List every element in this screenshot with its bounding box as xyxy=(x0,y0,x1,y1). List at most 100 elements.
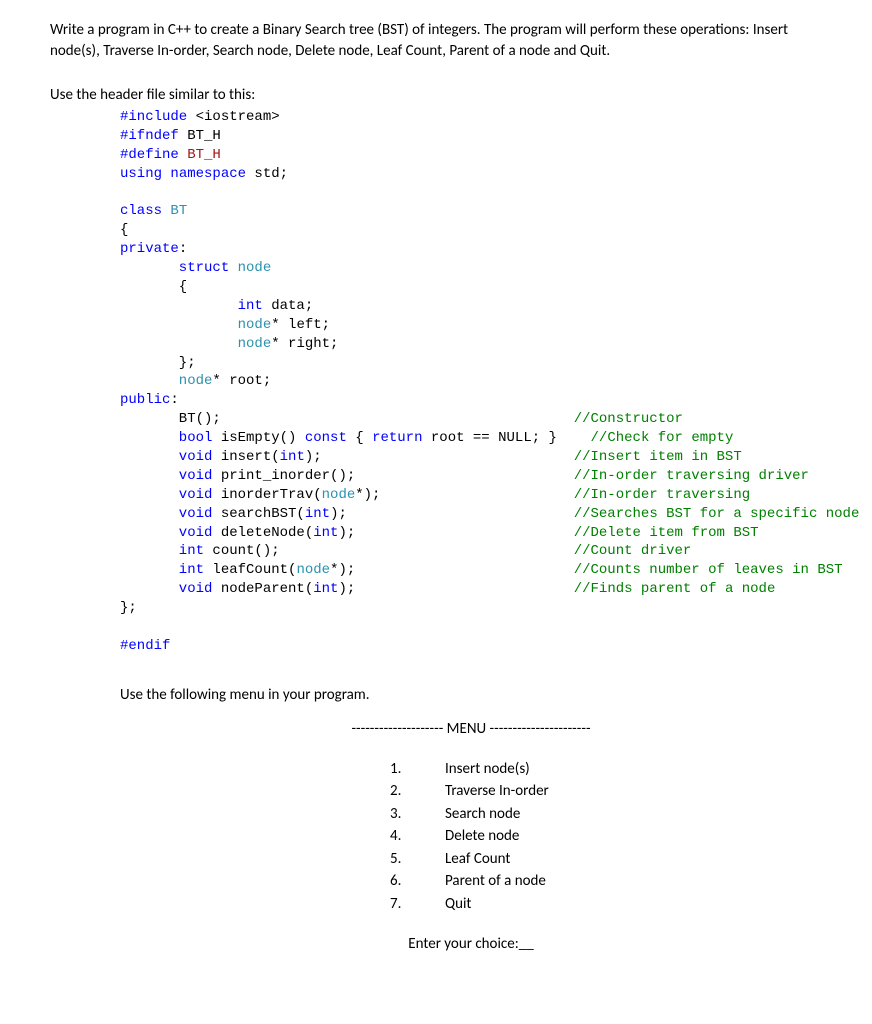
menu-item: 1.Insert node(s) xyxy=(390,758,530,781)
menu-title: -------------------- MENU --------------… xyxy=(120,720,822,738)
code-token: int xyxy=(280,449,305,465)
code-token: #include xyxy=(120,109,187,125)
code-token: node xyxy=(229,260,271,276)
choice-prompt: Enter your choice:__ xyxy=(120,935,822,953)
code-token: count(); xyxy=(204,543,574,559)
code-token: ); xyxy=(305,449,574,465)
menu-num: 5. xyxy=(390,848,445,871)
code-token: { xyxy=(120,279,187,295)
code-token: * left; xyxy=(271,317,330,333)
code-comment: //Searches BST for a specific node xyxy=(574,506,860,522)
code-comment: //Finds parent of a node xyxy=(574,581,776,597)
code-token: node xyxy=(296,562,330,578)
code-token: BT_H xyxy=(179,147,221,163)
code-comment: //In-order traversing driver xyxy=(574,468,809,484)
code-token: #endif xyxy=(120,638,170,654)
menu-label: Search node xyxy=(445,803,520,826)
menu-item: 2.Traverse In-order xyxy=(390,780,549,803)
code-token: node xyxy=(120,317,271,333)
code-token: node xyxy=(120,373,212,389)
code-token: ); xyxy=(330,506,574,522)
code-token: ); xyxy=(338,581,573,597)
code-token: return xyxy=(372,430,422,446)
code-token: print_inorder(); xyxy=(212,468,573,484)
menu-num: 1. xyxy=(390,758,445,781)
menu-num: 6. xyxy=(390,870,445,893)
code-token: int xyxy=(305,506,330,522)
use-menu-text: Use the following menu in your program. xyxy=(120,686,822,704)
code-comment: //Constructor xyxy=(574,411,683,427)
code-token: root == NULL; } xyxy=(423,430,591,446)
code-comment: //Insert item in BST xyxy=(574,449,742,465)
code-token: namespace xyxy=(162,166,246,182)
code-comment: //Check for empty xyxy=(591,430,734,446)
code-token: ); xyxy=(338,525,573,541)
code-token: searchBST( xyxy=(212,506,304,522)
code-token: int xyxy=(120,543,204,559)
menu-item: 5.Leaf Count xyxy=(390,848,510,871)
menu-num: 2. xyxy=(390,780,445,803)
code-token: void xyxy=(120,525,212,541)
code-token: }; xyxy=(120,600,137,616)
code-token: insert( xyxy=(212,449,279,465)
menu-item: 7.Quit xyxy=(390,893,471,916)
code-token: : xyxy=(170,392,178,408)
code-token: private xyxy=(120,241,179,257)
menu-label: Quit xyxy=(445,893,471,916)
code-token: public xyxy=(120,392,170,408)
code-token: #define xyxy=(120,147,179,163)
code-token: *); xyxy=(330,562,574,578)
code-token: node xyxy=(120,336,271,352)
code-token: void xyxy=(120,468,212,484)
code-comment: //Counts number of leaves in BST xyxy=(574,562,843,578)
menu-label: Traverse In-order xyxy=(445,780,549,803)
code-token: { xyxy=(120,222,128,238)
menu-num: 7. xyxy=(390,893,445,916)
code-comment: //Count driver xyxy=(574,543,692,559)
menu-section: -------------------- MENU --------------… xyxy=(120,720,822,954)
code-token: *); xyxy=(355,487,573,503)
code-token: int xyxy=(313,525,338,541)
code-token: deleteNode( xyxy=(212,525,313,541)
code-token: using xyxy=(120,166,162,182)
code-token: BT xyxy=(162,203,187,219)
code-token: bool xyxy=(120,430,212,446)
code-token: { xyxy=(347,430,372,446)
code-token: class xyxy=(120,203,162,219)
menu-label: Parent of a node xyxy=(445,870,546,893)
menu-item: 6.Parent of a node xyxy=(390,870,546,893)
code-token: inorderTrav( xyxy=(212,487,321,503)
code-token: nodeParent( xyxy=(212,581,313,597)
code-token: * right; xyxy=(271,336,338,352)
code-token: struct xyxy=(120,260,229,276)
code-token: const xyxy=(305,430,347,446)
menu-num: 4. xyxy=(390,825,445,848)
menu-label: Leaf Count xyxy=(445,848,510,871)
code-token: void xyxy=(120,487,212,503)
code-token: <iostream> xyxy=(187,109,279,125)
intro-paragraph: Write a program in C++ to create a Binar… xyxy=(50,20,822,62)
code-token: : xyxy=(179,241,187,257)
code-block: #include <iostream> #ifndef BT_H #define… xyxy=(120,108,822,656)
code-token: void xyxy=(120,449,212,465)
code-token: #ifndef xyxy=(120,128,179,144)
menu-label: Insert node(s) xyxy=(445,758,530,781)
code-token: int xyxy=(120,298,263,314)
menu-items: 1.Insert node(s) 2.Traverse In-order 3.S… xyxy=(390,758,822,916)
code-token: std; xyxy=(246,166,288,182)
code-token: * root; xyxy=(212,373,271,389)
menu-label: Delete node xyxy=(445,825,519,848)
code-token: BT_H xyxy=(179,128,221,144)
menu-item: 4.Delete node xyxy=(390,825,519,848)
header-hint: Use the header file similar to this: xyxy=(50,86,822,104)
code-token: leafCount( xyxy=(204,562,296,578)
code-comment: //In-order traversing xyxy=(574,487,750,503)
code-token: BT(); xyxy=(120,411,574,427)
menu-item: 3.Search node xyxy=(390,803,520,826)
code-token: void xyxy=(120,581,212,597)
code-token: int xyxy=(313,581,338,597)
code-token: node xyxy=(322,487,356,503)
code-comment: //Delete item from BST xyxy=(574,525,759,541)
menu-num: 3. xyxy=(390,803,445,826)
code-token: isEmpty() xyxy=(212,430,304,446)
